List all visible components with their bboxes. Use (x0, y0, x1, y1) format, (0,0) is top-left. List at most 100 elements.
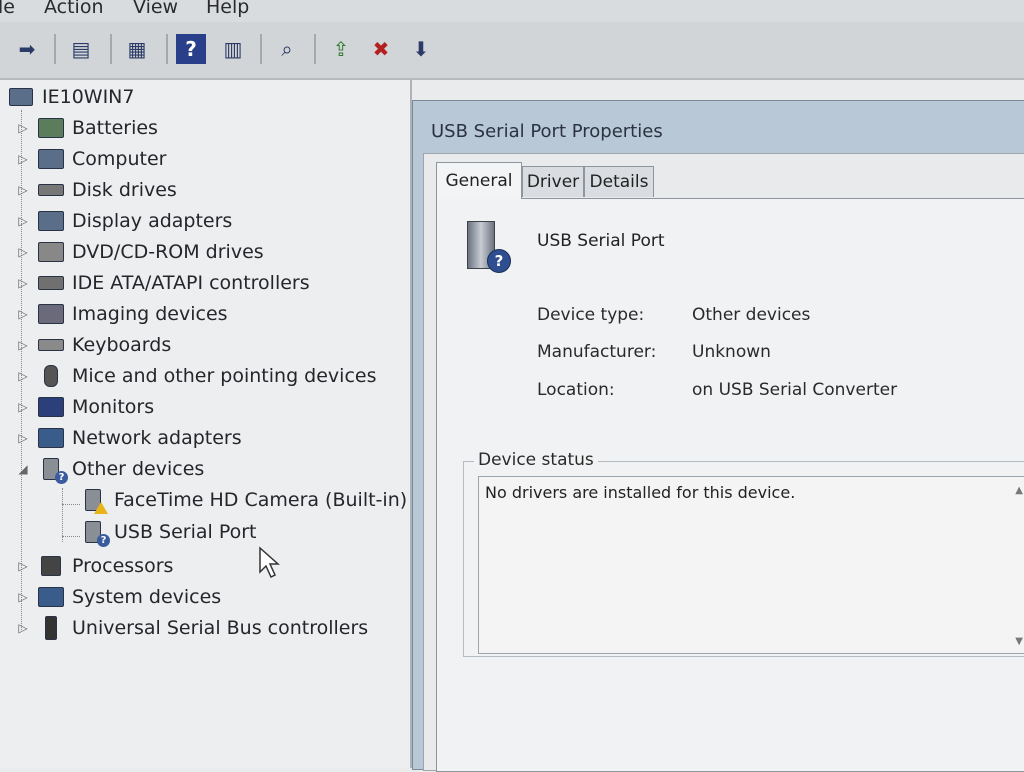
update-driver-icon[interactable]: ⇪ (326, 34, 356, 64)
tree-item-label: Computer (72, 148, 167, 170)
tree-item-label: USB Serial Port (114, 521, 257, 543)
tree-item-label: Other devices (72, 458, 205, 480)
tab-details[interactable]: Details (584, 166, 654, 197)
tree-item-facetime-camera[interactable]: FaceTime HD Camera (Built-in) (78, 486, 407, 514)
expand-icon[interactable]: ▷ (14, 152, 32, 166)
monitor-icon (36, 395, 66, 419)
expand-icon[interactable]: ▷ (14, 183, 32, 197)
expand-icon[interactable]: ▷ (14, 590, 32, 604)
ide-controller-icon (36, 271, 66, 295)
tree-item-label: Imaging devices (72, 303, 228, 325)
menu-action[interactable]: Action (44, 0, 104, 18)
tree-item-dvd-drives[interactable]: ▷ DVD/CD-ROM drives (14, 238, 264, 266)
properties-dialog: USB Serial Port Properties General Drive… (412, 100, 1024, 772)
expand-icon[interactable]: ▷ (14, 621, 32, 635)
tree-item-label: Batteries (72, 117, 158, 139)
scroll-down-icon[interactable]: ▼ (1015, 636, 1023, 647)
battery-icon (36, 116, 66, 140)
toolbar-separator (110, 34, 112, 64)
location-value: on USB Serial Converter (692, 380, 898, 400)
tree-item-usb-controllers[interactable]: ▷ Universal Serial Bus controllers (14, 614, 368, 642)
usb-controller-icon (36, 616, 66, 640)
properties-icon[interactable]: ▦ (122, 34, 152, 64)
expand-icon[interactable]: ▷ (14, 559, 32, 573)
tree-item-usb-serial-port[interactable]: ? USB Serial Port (78, 518, 257, 547)
tree-item-system-devices[interactable]: ▷ System devices (14, 583, 221, 611)
expand-icon[interactable]: ▷ (14, 400, 32, 414)
menu-view[interactable]: View (133, 0, 178, 18)
manufacturer-value: Unknown (692, 342, 771, 362)
help-icon[interactable]: ? (176, 34, 206, 64)
other-device-icon: ? (36, 457, 68, 484)
warning-device-icon (78, 488, 108, 514)
system-device-icon (36, 585, 66, 609)
collapse-icon[interactable]: ◢ (14, 462, 32, 476)
tab-general[interactable]: General (436, 162, 522, 199)
toolbar-separator (54, 34, 56, 64)
expand-icon[interactable]: ▷ (14, 276, 32, 290)
manufacturer-label: Manufacturer: (537, 342, 657, 362)
tree-item-imaging-devices[interactable]: ▷ Imaging devices (14, 300, 228, 328)
expand-icon[interactable]: ▷ (14, 338, 32, 352)
tab-driver[interactable]: Driver (522, 166, 584, 197)
tree-root[interactable]: IE10WIN7 (6, 83, 134, 111)
keyboard-icon (36, 333, 66, 357)
tree-item-disk-drives[interactable]: ▷ Disk drives (14, 176, 177, 204)
tree-item-label: Disk drives (72, 179, 177, 201)
tree-item-label: Network adapters (72, 427, 242, 449)
mouse-icon (36, 364, 66, 388)
expand-icon[interactable]: ▷ (14, 121, 32, 135)
menu-help[interactable]: Help (206, 0, 249, 18)
tree-item-label: Universal Serial Bus controllers (72, 617, 369, 639)
scan-hardware-icon[interactable]: ⌕ (272, 34, 302, 64)
location-label: Location: (537, 380, 615, 400)
device-tree: IE10WIN7 ▷ Batteries ▷ Computer ▷ Disk d… (0, 80, 412, 768)
tree-item-keyboards[interactable]: ▷ Keyboards (14, 331, 171, 359)
action-pane-icon[interactable]: ▥ (218, 34, 248, 64)
computer-icon (36, 147, 66, 171)
menu-file[interactable]: le (0, 0, 15, 18)
imaging-device-icon (36, 302, 66, 326)
dialog-title: USB Serial Port Properties (431, 121, 663, 142)
tree-item-batteries[interactable]: ▷ Batteries (14, 114, 158, 142)
expand-icon[interactable]: ▷ (14, 307, 32, 321)
tree-item-label: IDE ATA/ATAPI controllers (72, 272, 310, 294)
mouse-cursor-icon (259, 546, 280, 579)
tree-item-ide-controllers[interactable]: ▷ IDE ATA/ATAPI controllers (14, 269, 310, 297)
tree-item-monitors[interactable]: ▷ Monitors (14, 393, 154, 421)
toolbar: ➡ ▤ ▦ ? ▥ ⌕ ⇪ ✖ ⬇ (0, 22, 1024, 80)
tree-root-label: IE10WIN7 (42, 86, 135, 108)
device-status-legend: Device status (474, 450, 598, 470)
tree-item-label: FaceTime HD Camera (Built-in) (114, 489, 408, 511)
expand-icon[interactable]: ▷ (14, 214, 32, 228)
disk-drive-icon (36, 178, 66, 202)
tree-item-computer[interactable]: ▷ Computer (14, 145, 166, 173)
tree-item-network-adapters[interactable]: ▷ Network adapters (14, 424, 242, 452)
tree-item-label: Processors (72, 555, 174, 577)
device-status-textbox[interactable]: No drivers are installed for this device… (478, 476, 1024, 654)
expand-icon[interactable]: ▷ (14, 431, 32, 445)
device-status-text: No drivers are installed for this device… (485, 483, 796, 502)
toolbar-separator (260, 34, 262, 64)
forward-arrow-icon[interactable]: ➡ (12, 34, 42, 64)
general-tab-panel: ? USB Serial Port Device type: Other dev… (436, 198, 1024, 772)
expand-icon[interactable]: ▷ (14, 369, 32, 383)
tree-item-label: System devices (72, 586, 222, 608)
device-type-label: Device type: (537, 305, 645, 325)
tree-item-label: Monitors (72, 396, 155, 418)
tree-item-mice[interactable]: ▷ Mice and other pointing devices (14, 362, 376, 390)
toolbar-separator (314, 34, 316, 64)
unknown-device-icon: ? (78, 520, 110, 547)
uninstall-icon[interactable]: ✖ (366, 34, 396, 64)
disable-device-icon[interactable]: ⬇ (406, 34, 436, 64)
show-hide-tree-icon[interactable]: ▤ (66, 34, 96, 64)
tree-item-processors[interactable]: ▷ Processors (14, 552, 173, 580)
device-type-value: Other devices (692, 305, 811, 325)
tree-item-label: DVD/CD-ROM drives (72, 241, 264, 263)
tree-item-other-devices[interactable]: ◢ ? Other devices (14, 455, 205, 484)
tree-item-label: Mice and other pointing devices (72, 365, 377, 387)
expand-icon[interactable]: ▷ (14, 245, 32, 259)
scroll-up-icon[interactable]: ▲ (1015, 485, 1023, 496)
tree-item-display-adapters[interactable]: ▷ Display adapters (14, 207, 232, 235)
device-name: USB Serial Port (537, 231, 665, 251)
